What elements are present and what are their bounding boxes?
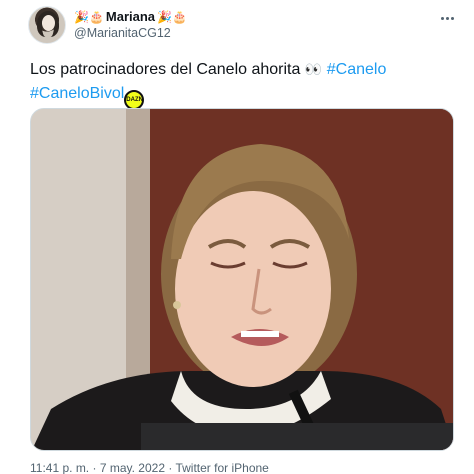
tweet-text-line: Los patrocinadores del Canelo ahorita bbox=[30, 61, 301, 78]
meta-separator: · bbox=[92, 461, 97, 474]
eyes-emoji-icon: 👀 bbox=[304, 62, 323, 78]
hashtag-canelobivol[interactable]: #CaneloBivol bbox=[30, 85, 124, 102]
hashtag-canelo[interactable]: #Canelo bbox=[327, 61, 387, 78]
more-dot bbox=[440, 16, 444, 20]
author-handle[interactable]: @MarianitaCG12 bbox=[74, 26, 171, 41]
author-display-name[interactable]: Mariana bbox=[106, 9, 155, 24]
dazn-hashtag-icon: DAZN bbox=[124, 90, 145, 110]
more-options-icon[interactable] bbox=[438, 10, 456, 26]
author-name-row[interactable]: 🎉🎂 Mariana 🎉🎂 bbox=[74, 9, 187, 24]
party-cake-emoji-suffix: 🎉🎂 bbox=[157, 9, 187, 24]
tweet-text: Los patrocinadores del Canelo ahorita 👀 … bbox=[30, 58, 450, 110]
photo-crying-woman-illustration bbox=[31, 109, 453, 450]
photo-witness-stand bbox=[141, 423, 453, 450]
tweet-meta: 11:41 p. m. · 7 may. 2022 · Twitter for … bbox=[30, 461, 269, 474]
tweet-time[interactable]: 11:41 p. m. bbox=[30, 461, 89, 474]
party-cake-emoji-prefix: 🎉🎂 bbox=[74, 9, 104, 24]
photo-face bbox=[175, 191, 331, 387]
photo-teeth bbox=[241, 331, 279, 337]
tweet-date[interactable]: 7 may. 2022 bbox=[100, 461, 165, 474]
tweet-source[interactable]: Twitter for iPhone bbox=[175, 461, 268, 474]
more-dot bbox=[445, 16, 449, 20]
photo-earring bbox=[173, 301, 181, 309]
avatar-face bbox=[42, 15, 55, 31]
meta-separator: · bbox=[168, 461, 173, 474]
tweet-photo[interactable] bbox=[30, 108, 454, 451]
avatar[interactable] bbox=[28, 6, 66, 44]
more-dot bbox=[450, 16, 454, 20]
tweet-card: 🎉🎂 Mariana 🎉🎂 @MarianitaCG12 Los patroci… bbox=[0, 0, 474, 474]
